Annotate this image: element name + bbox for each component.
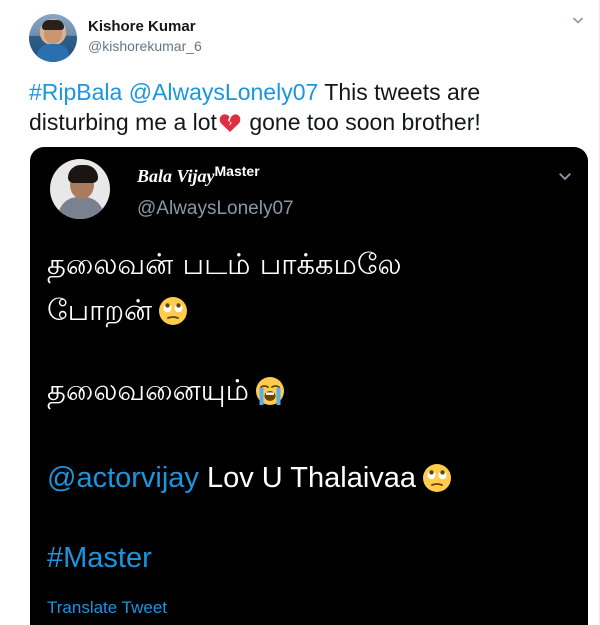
quoted-user-display-name[interactable]: Bala VijayMaster — [137, 163, 260, 187]
broken-heart-icon — [219, 110, 241, 140]
loudly-crying-face-icon — [255, 376, 285, 413]
eye-roll-face-icon — [158, 296, 188, 333]
quoted-tweet-card[interactable]: Bala VijayMaster @AlwaysLonely07 தலைவன் … — [30, 147, 588, 625]
hashtag-link[interactable]: #RipBala — [29, 79, 122, 105]
hashtag-link[interactable]: #Master — [47, 542, 152, 574]
quoted-avatar-body — [58, 197, 104, 219]
avatar-hair — [42, 20, 64, 30]
tweet-screenshot: Kishore Kumar @kishorekumar_6 #RipBala @… — [0, 0, 600, 625]
quoted-text-line3-text: தலைவனையும் — [47, 373, 249, 407]
quoted-user-name-text: Bala Vijay — [137, 166, 215, 186]
quoted-text-line2-text: போறன் — [47, 293, 153, 327]
quoted-user-handle[interactable]: @AlwaysLonely07 — [137, 198, 294, 220]
quoted-text-line3: தலைவனையும் — [47, 373, 285, 413]
quoted-text-line4: @actorvijay Lov U Thalaivaa — [47, 462, 452, 501]
quoted-user-name-sup: Master — [214, 163, 260, 179]
quoted-avatar-hair — [68, 165, 98, 183]
quoted-text-line2: போறன் — [47, 293, 188, 333]
eye-roll-face-icon — [422, 463, 452, 501]
tweet-text: #RipBala @AlwaysLonely07 This tweets are… — [29, 77, 584, 140]
user-display-name[interactable]: Kishore Kumar — [88, 18, 196, 35]
quoted-text-line1: தலைவன் படம் பாக்கமலே — [47, 247, 402, 281]
chevron-down-icon[interactable] — [558, 169, 572, 183]
user-handle[interactable]: @kishorekumar_6 — [88, 38, 202, 54]
user-avatar[interactable] — [29, 14, 77, 62]
tweet-text-part2: gone too soon brother! — [242, 109, 481, 135]
mention-link[interactable]: @actorvijay — [47, 462, 199, 494]
chevron-down-icon[interactable] — [572, 14, 586, 28]
quoted-text-line4-rest: Lov U Thalaivaa — [198, 462, 417, 494]
quoted-hashtag-line: #Master — [47, 542, 152, 575]
translate-tweet-link[interactable]: Translate Tweet — [47, 598, 167, 618]
mention-link[interactable]: @AlwaysLonely07 — [129, 79, 319, 105]
quoted-user-avatar[interactable] — [50, 159, 110, 219]
avatar-shirt — [37, 44, 69, 62]
